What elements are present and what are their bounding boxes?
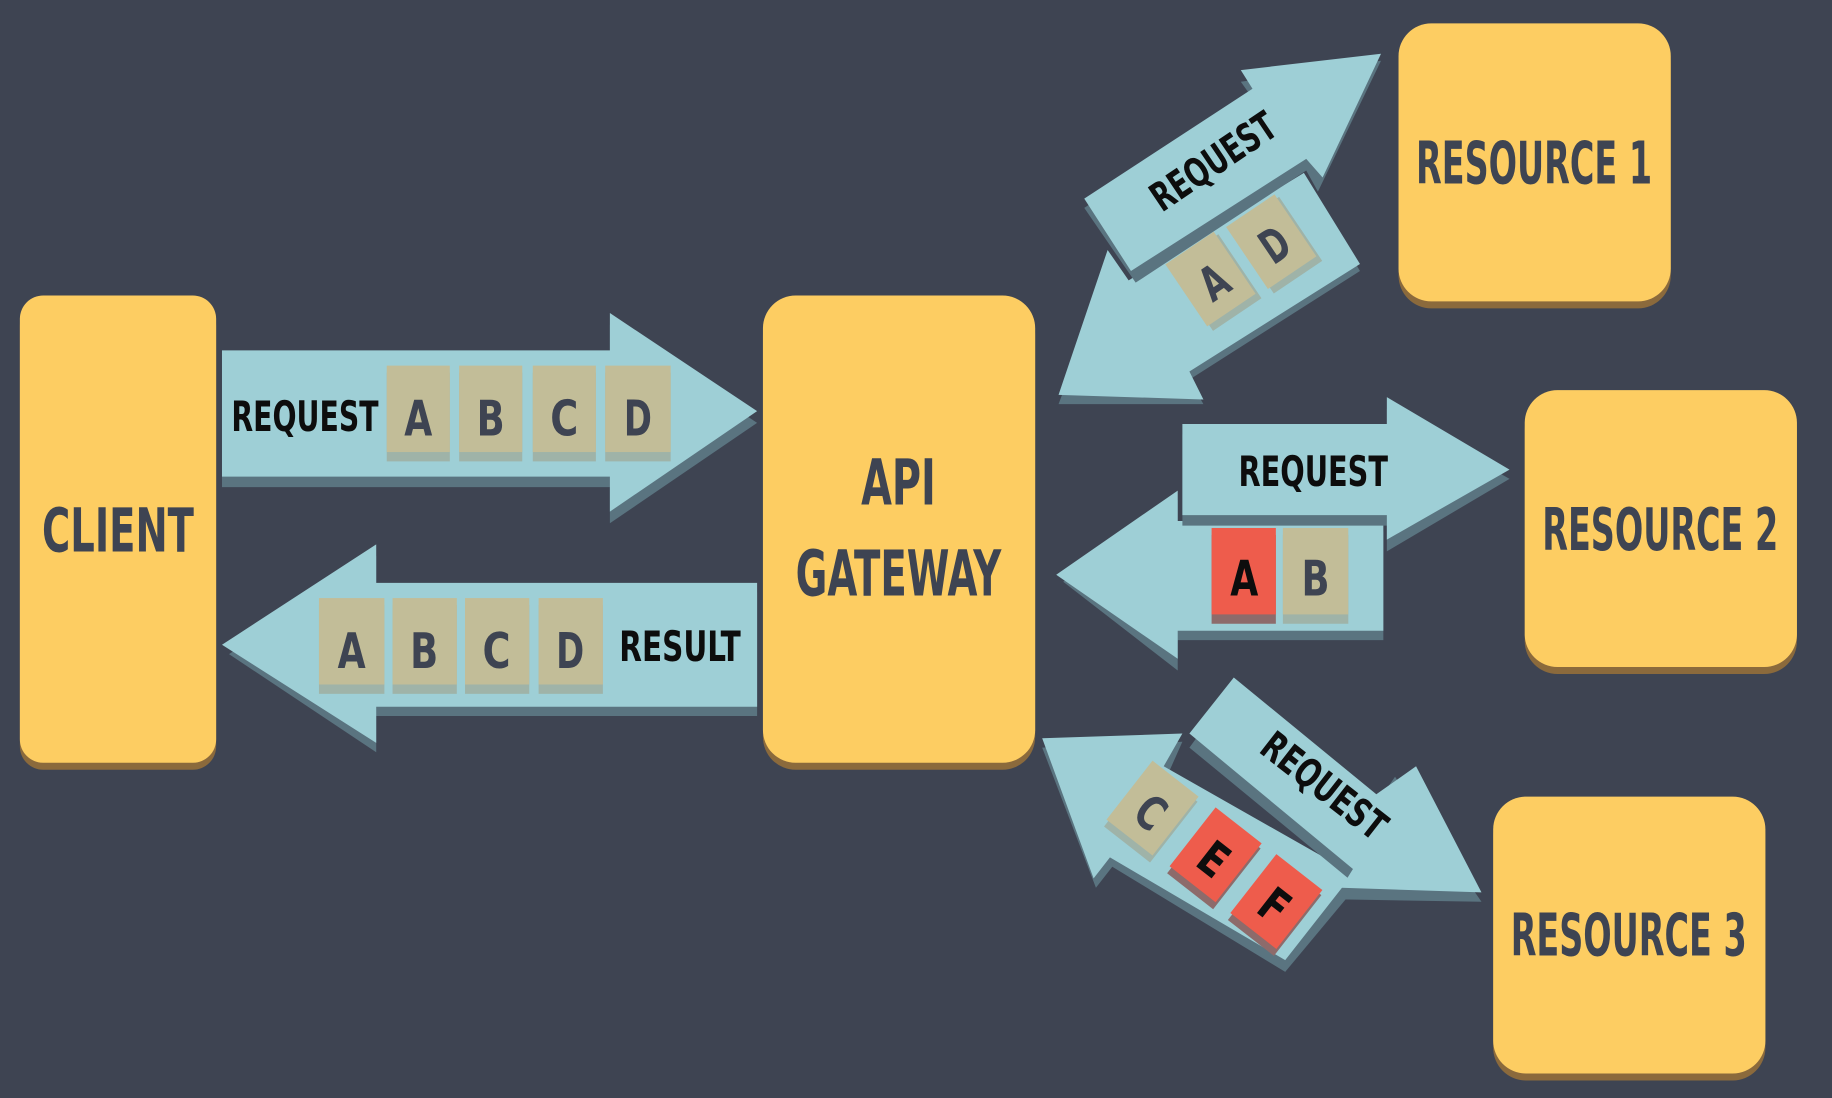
tile: A <box>318 598 385 694</box>
resource-3-node: RESOURCE 3 <box>1493 796 1766 1081</box>
svg-text:B: B <box>1302 550 1330 608</box>
gateway-node: API GATEWAY <box>762 295 1036 770</box>
svg-text:D: D <box>624 390 652 448</box>
tile: A <box>1211 527 1276 624</box>
svg-text:D: D <box>556 622 584 680</box>
tile: B <box>1282 527 1349 624</box>
svg-text:A: A <box>338 622 366 680</box>
svg-text:A: A <box>404 390 432 448</box>
resource-2-node: RESOURCE 2 <box>1524 390 1797 674</box>
svg-text:C: C <box>550 390 578 448</box>
resource-1-label: RESOURCE 1 <box>1416 129 1652 197</box>
tile: B <box>459 365 523 462</box>
tile: C <box>532 365 596 462</box>
client-request-label: REQUEST <box>231 392 378 441</box>
tile: A <box>386 365 450 462</box>
client-request-arrow: REQUEST A B C D <box>221 313 758 524</box>
svg-text:A: A <box>1230 550 1258 608</box>
resource-1-node: RESOURCE 1 <box>1398 23 1671 309</box>
tile: D <box>605 365 671 462</box>
svg-text:C: C <box>483 622 511 680</box>
resource-2-request-label: REQUEST <box>1238 447 1388 496</box>
client-result-label: RESULT <box>619 622 741 671</box>
tile: B <box>392 598 457 694</box>
svg-text:B: B <box>410 622 438 680</box>
gateway-label-line2: GATEWAY <box>796 537 1002 611</box>
tile: D <box>538 598 603 694</box>
client-result-arrow: A B C D RESULT <box>221 544 758 753</box>
gateway-label-line1: API <box>861 446 936 520</box>
tile: C <box>465 598 530 694</box>
resource-3-label: RESOURCE 3 <box>1511 902 1747 970</box>
resource-2-label: RESOURCE 2 <box>1542 496 1778 564</box>
client-label: CLIENT <box>42 496 194 566</box>
api-gateway-diagram: CLIENT API GATEWAY RESOURCE 1 RESOURCE 2… <box>19 23 1797 1081</box>
client-node: CLIENT <box>19 295 217 770</box>
svg-text:B: B <box>477 390 505 448</box>
